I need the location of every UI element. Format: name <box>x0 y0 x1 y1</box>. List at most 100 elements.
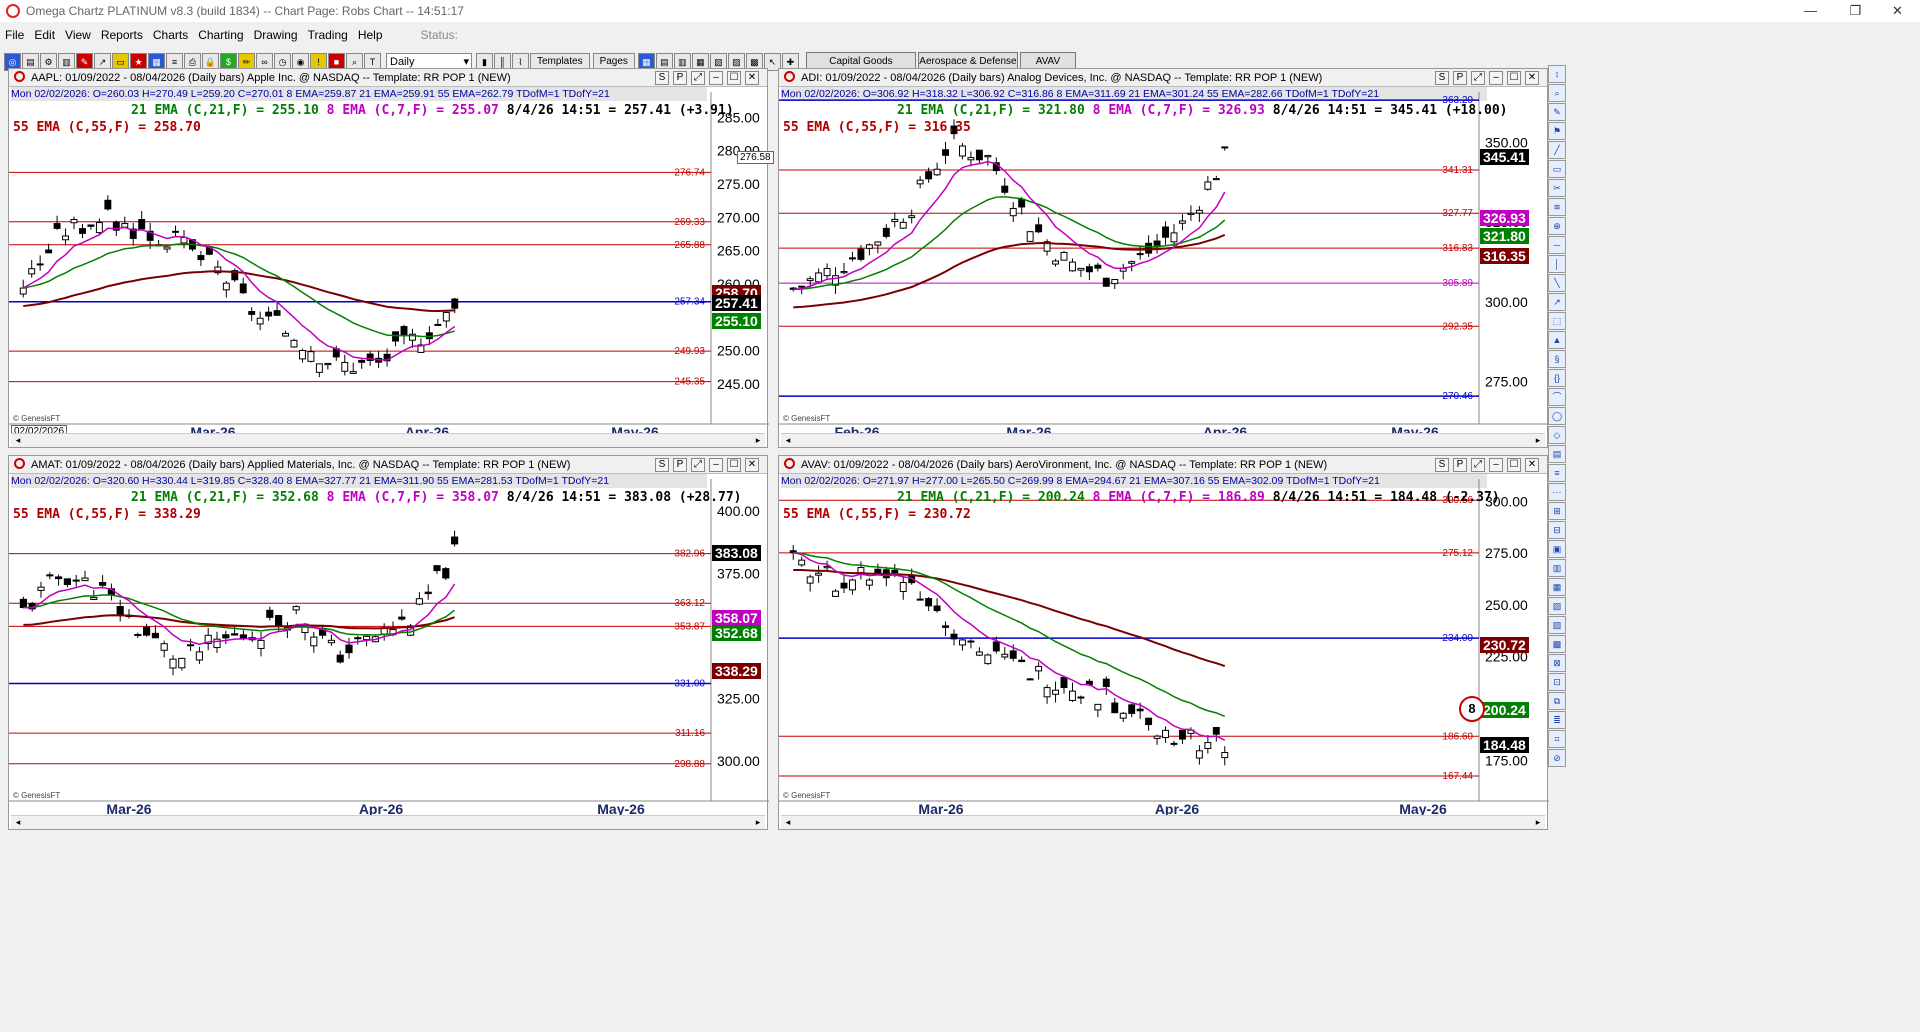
menu-edit[interactable]: Edit <box>29 28 60 42</box>
price-tick: 175.00 <box>1485 752 1528 768</box>
drawing-tool-33-icon[interactable]: ⊡ <box>1548 673 1566 691</box>
menu-trading[interactable]: Trading <box>303 28 353 42</box>
horizontal-scrollbar[interactable]: ◂ ▸ <box>781 433 1545 447</box>
candle-body <box>28 268 36 275</box>
drawing-tool-12-icon[interactable]: ╲ <box>1548 274 1566 292</box>
drawing-tool-17-icon[interactable]: {} <box>1548 369 1566 387</box>
scroll-left-icon[interactable]: ◂ <box>781 816 795 829</box>
level-label: 353.87 <box>674 621 705 632</box>
scroll-right-icon[interactable]: ▸ <box>751 434 765 447</box>
horizontal-scrollbar[interactable]: ◂ ▸ <box>781 815 1545 829</box>
price-tag: 345.41 <box>1480 148 1529 165</box>
drawing-tool-15-icon[interactable]: ▲ <box>1548 331 1566 349</box>
drawing-tool-34-icon[interactable]: ⧉ <box>1548 692 1566 710</box>
drawing-tool-26-icon[interactable]: ▣ <box>1548 540 1566 558</box>
menu-charts[interactable]: Charts <box>148 28 193 42</box>
drawing-tool-29-icon[interactable]: ▧ <box>1548 597 1566 615</box>
menu-charting[interactable]: Charting <box>193 28 248 42</box>
chart-panel-avav[interactable]: AVAV: 01/09/2022 - 08/04/2026 (Daily bar… <box>778 455 1549 830</box>
ema21-readout: 21 EMA (C,21,F) = 352.68 <box>131 490 327 505</box>
candle-body <box>116 605 124 615</box>
candle-body <box>798 285 806 288</box>
drawing-tool-30-icon[interactable]: ▨ <box>1548 616 1566 634</box>
title-bar: Omega Chartz PLATINUM v8.3 (build 1834) … <box>0 0 1920 22</box>
candle-body <box>1060 252 1068 261</box>
drawing-tool-16-icon[interactable]: § <box>1548 350 1566 368</box>
chart-panel-adi[interactable]: ADI: 01/09/2022 - 08/04/2026 (Daily bars… <box>778 68 1549 448</box>
drawing-tool-1-icon[interactable]: ↕ <box>1548 65 1566 83</box>
menu-drawing[interactable]: Drawing <box>249 28 303 42</box>
candle-body <box>1204 742 1212 749</box>
drawing-tool-14-icon[interactable]: ⬚ <box>1548 312 1566 330</box>
price-tick: 300.00 <box>1485 294 1528 310</box>
drawing-tool-23-icon[interactable]: ⋯ <box>1548 483 1566 501</box>
candle-body <box>967 157 975 161</box>
drawing-tool-28-icon[interactable]: ▦ <box>1548 578 1566 596</box>
candle-body <box>984 155 992 158</box>
scroll-right-icon[interactable]: ▸ <box>751 816 765 829</box>
drawing-tool-13-icon[interactable]: ↗ <box>1548 293 1566 311</box>
drawing-tool-36-icon[interactable]: ⌗ <box>1548 730 1566 748</box>
candle-body <box>857 567 865 574</box>
candle-body <box>1170 232 1178 243</box>
candle-body <box>433 565 441 572</box>
drawing-tool-27-icon[interactable]: ▥ <box>1548 559 1566 577</box>
candle-body <box>1102 678 1110 688</box>
drawing-tool-31-icon[interactable]: ▩ <box>1548 635 1566 653</box>
level-label: 341.31 <box>1442 165 1473 176</box>
drawing-tool-10-icon[interactable]: ─ <box>1548 236 1566 254</box>
drawing-tool-35-icon[interactable]: ≣ <box>1548 711 1566 729</box>
drawing-tool-24-icon[interactable]: ⊞ <box>1548 502 1566 520</box>
minimize-button[interactable]: — <box>1788 0 1833 22</box>
menu-file[interactable]: File <box>0 28 29 42</box>
candle-body <box>442 311 450 322</box>
candle-body <box>424 591 432 595</box>
chart-panel-aapl[interactable]: AAPL: 01/09/2022 - 08/04/2026 (Daily bar… <box>8 68 774 448</box>
scroll-left-icon[interactable]: ◂ <box>11 434 25 447</box>
scroll-right-icon[interactable]: ▸ <box>1531 434 1545 447</box>
drawing-tool-19-icon[interactable]: ◯ <box>1548 407 1566 425</box>
restore-button[interactable]: ❐ <box>1833 0 1878 22</box>
price-tick: 250.00 <box>717 343 760 359</box>
menu-reports[interactable]: Reports <box>96 28 148 42</box>
drawing-tool-3-icon[interactable]: ✎ <box>1548 103 1566 121</box>
drawing-tool-20-icon[interactable]: ◇ <box>1548 426 1566 444</box>
horizontal-scrollbar[interactable]: ◂ ▸ <box>11 815 765 829</box>
level-label: 382.96 <box>674 549 705 560</box>
drawing-tool-25-icon[interactable]: ⊟ <box>1548 521 1566 539</box>
scroll-right-icon[interactable]: ▸ <box>1531 816 1545 829</box>
menu-help[interactable]: Help <box>353 28 388 42</box>
ema8-line <box>793 160 1226 291</box>
horizontal-scrollbar[interactable]: ◂ ▸ <box>11 433 765 447</box>
candle-body <box>265 311 273 317</box>
drawing-tool-21-icon[interactable]: ▤ <box>1548 445 1566 463</box>
candle-body <box>1195 750 1203 759</box>
drawing-tool-7-icon[interactable]: ✂ <box>1548 179 1566 197</box>
candle-body <box>916 179 924 185</box>
candle-body <box>1043 687 1051 698</box>
drawing-tool-11-icon[interactable]: │ <box>1548 255 1566 273</box>
candle-body <box>341 361 349 372</box>
ema55-readout: 55 EMA (C,55,F) = 316.35 <box>783 120 971 135</box>
candle-body <box>1204 181 1212 190</box>
drawing-tool-22-icon[interactable]: ≡ <box>1548 464 1566 482</box>
last-readout: 8/4/26 14:51 = 345.41 (+18.00) <box>1272 103 1508 118</box>
drawing-tool-5-icon[interactable]: ╱ <box>1548 141 1566 159</box>
candle-body <box>327 639 335 644</box>
price-tick: 300.00 <box>717 753 760 769</box>
drawing-tool-9-icon[interactable]: ⊕ <box>1548 217 1566 235</box>
alert-count-badge[interactable]: 8 <box>1459 696 1485 722</box>
scroll-left-icon[interactable]: ◂ <box>11 816 25 829</box>
scroll-left-icon[interactable]: ◂ <box>781 434 795 447</box>
menu-view[interactable]: View <box>60 28 96 42</box>
drawing-tool-6-icon[interactable]: ▭ <box>1548 160 1566 178</box>
drawing-tool-37-icon[interactable]: ⊘ <box>1548 749 1566 767</box>
price-tag: 321.80 <box>1480 228 1529 245</box>
drawing-tool-32-icon[interactable]: ⊠ <box>1548 654 1566 672</box>
close-button[interactable]: ✕ <box>1875 0 1920 22</box>
drawing-tool-4-icon[interactable]: ⚑ <box>1548 122 1566 140</box>
drawing-tool-2-icon[interactable]: ⌕ <box>1548 84 1566 102</box>
drawing-tool-8-icon[interactable]: ≋ <box>1548 198 1566 216</box>
chart-panel-amat[interactable]: AMAT: 01/09/2022 - 08/04/2026 (Daily bar… <box>8 455 769 830</box>
drawing-tool-18-icon[interactable]: ⌒ <box>1548 388 1566 406</box>
